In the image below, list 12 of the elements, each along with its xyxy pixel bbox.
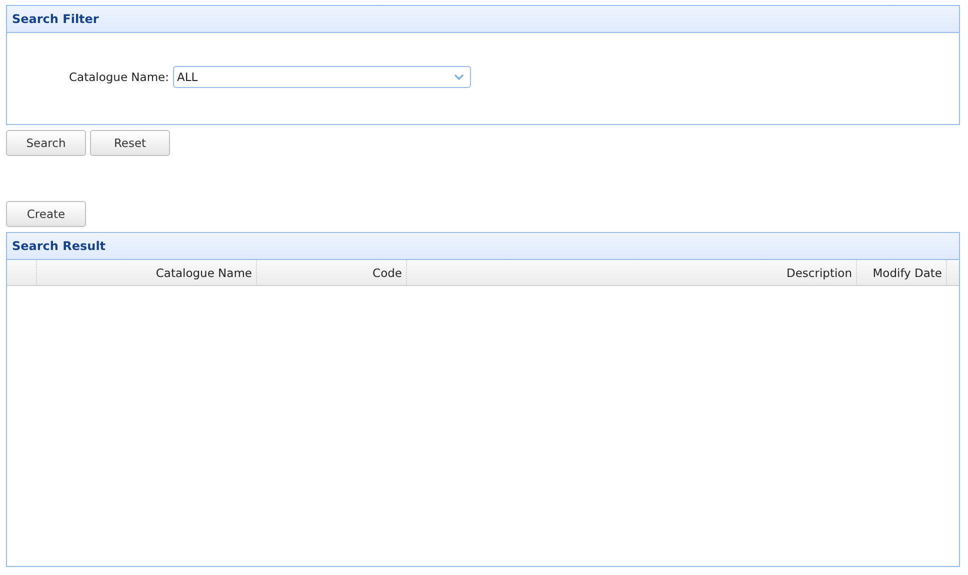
field-label: Catalogue Name: xyxy=(69,70,169,84)
catalogue-select[interactable]: ALL xyxy=(173,66,471,88)
panel-title: Search Result xyxy=(12,239,106,253)
create-button[interactable]: Create xyxy=(6,201,86,227)
filter-button[interactable]: Reset xyxy=(90,130,170,156)
column-header[interactable]: Catalogue Name xyxy=(156,266,252,280)
filter-button[interactable]: Search xyxy=(6,130,86,156)
column-header[interactable]: Modify Date xyxy=(872,266,942,280)
panel-title: Search Filter xyxy=(12,12,99,26)
column-header[interactable]: Description xyxy=(786,266,852,280)
column-header[interactable]: Code xyxy=(372,266,402,280)
caret-icon xyxy=(454,74,464,80)
